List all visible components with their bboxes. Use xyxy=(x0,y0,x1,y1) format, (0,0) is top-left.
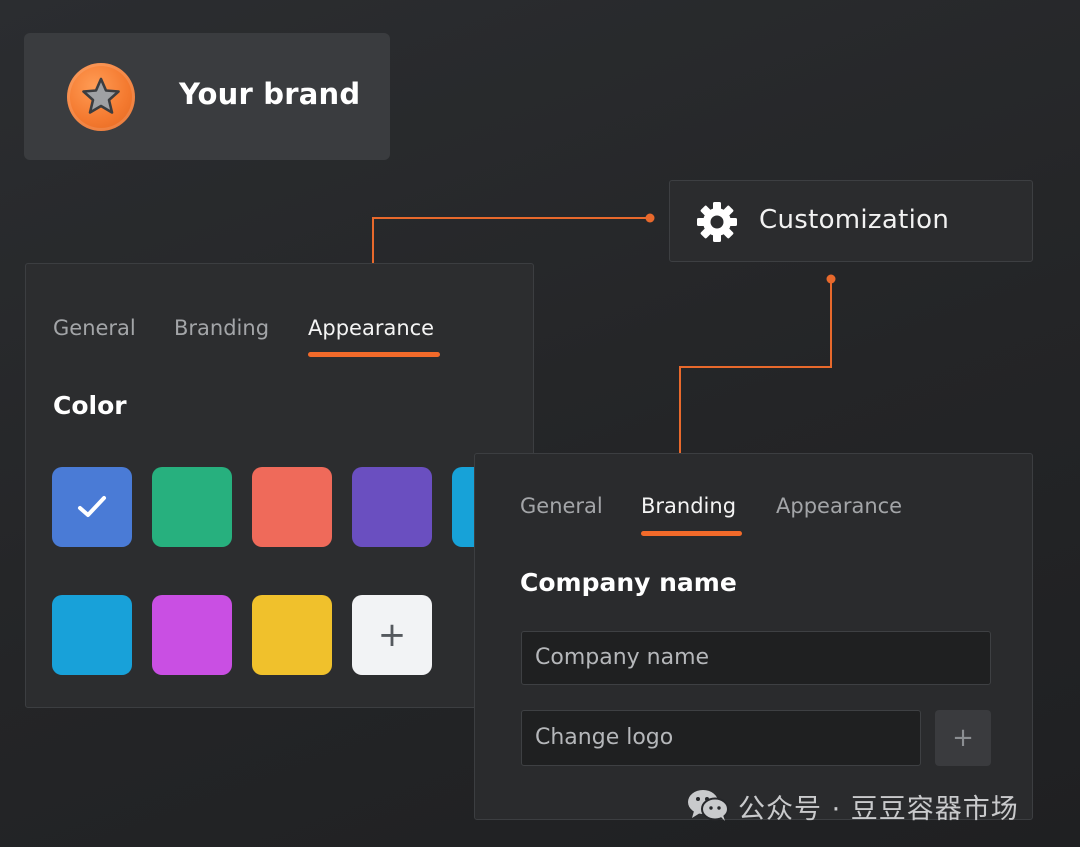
color-section-title: Color xyxy=(53,391,127,420)
brand-logo xyxy=(67,63,135,131)
color-swatch-cyan[interactable] xyxy=(52,595,132,675)
plus-icon: + xyxy=(952,723,974,753)
brand-card: Your brand xyxy=(24,33,390,160)
color-swatch-green[interactable] xyxy=(152,467,232,547)
color-swatch-magenta[interactable] xyxy=(152,595,232,675)
add-logo-button[interactable]: + xyxy=(935,710,991,766)
plus-icon: + xyxy=(377,615,407,655)
active-tab-indicator xyxy=(308,352,440,357)
company-name-title: Company name xyxy=(520,568,737,597)
tab-general[interactable]: General xyxy=(53,316,136,340)
wechat-icon xyxy=(688,790,729,821)
branding-panel: General Branding Appearance Company name… xyxy=(474,453,1033,820)
watermark-text: 公众号 · 豆豆容器市场 xyxy=(738,794,1019,825)
brand-name: Your brand xyxy=(179,77,361,111)
color-swatch-coral[interactable] xyxy=(252,467,332,547)
color-swatch-blue[interactable] xyxy=(52,467,132,547)
color-swatch-purple[interactable] xyxy=(352,467,432,547)
checkmark-icon xyxy=(78,496,106,517)
customization-card[interactable]: Customization xyxy=(669,180,1033,262)
gear-icon xyxy=(697,202,737,242)
change-logo-input[interactable]: Change logo xyxy=(521,710,921,766)
customization-title: Customization xyxy=(759,205,950,235)
tab-appearance[interactable]: Appearance xyxy=(776,494,902,518)
color-swatch-yellow[interactable] xyxy=(252,595,332,675)
company-name-input[interactable]: Company name xyxy=(521,631,991,685)
active-tab-indicator xyxy=(641,531,742,536)
tab-branding[interactable]: Branding xyxy=(174,316,269,340)
company-name-placeholder: Company name xyxy=(535,645,710,670)
tab-branding[interactable]: Branding xyxy=(641,494,736,518)
tab-general[interactable]: General xyxy=(520,494,603,518)
add-color-button[interactable]: + xyxy=(352,595,432,675)
change-logo-placeholder: Change logo xyxy=(535,725,674,750)
appearance-panel: General Branding Appearance Color + xyxy=(25,263,534,708)
star-icon xyxy=(82,77,120,114)
tab-appearance[interactable]: Appearance xyxy=(308,316,434,340)
